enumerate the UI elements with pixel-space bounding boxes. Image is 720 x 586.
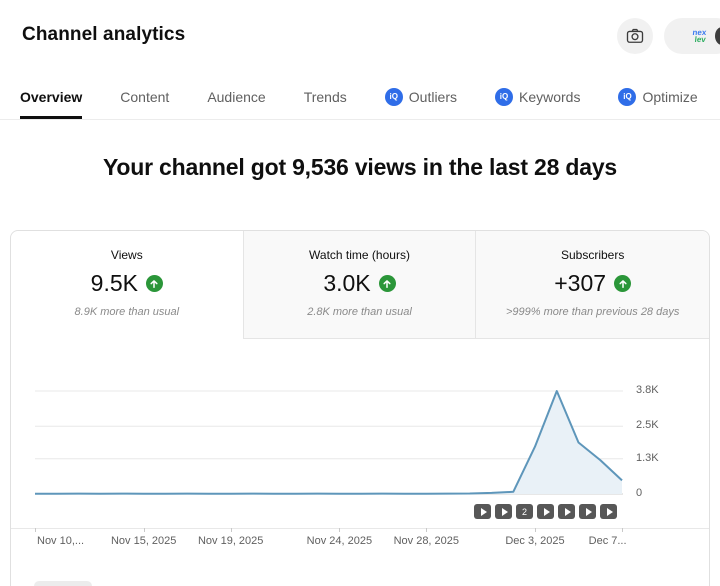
x-axis-label: Dec 7...	[588, 535, 627, 547]
views-area	[35, 391, 622, 494]
page-title: Channel analytics	[22, 24, 186, 45]
metric-card-views[interactable]: Views 9.5K 8.9K more than usual	[11, 231, 244, 339]
metric-card-subscribers[interactable]: Subscribers +307 >999% more than previou…	[476, 231, 709, 339]
play-icon	[501, 507, 508, 516]
video-count-badge: 2	[521, 506, 527, 517]
x-axis-label: Nov 15, 2025	[110, 535, 177, 547]
x-axis-tick	[35, 528, 36, 532]
x-axis-label: Nov 24, 2025	[306, 535, 373, 547]
y-axis-label: 3.8K	[636, 384, 659, 396]
video-marker-button[interactable]	[495, 504, 512, 519]
channel-analytics-screen: Channel analytics nex lev Overview Conte…	[0, 0, 720, 586]
create-camera-button[interactable]	[617, 18, 653, 54]
trend-up-icon	[145, 275, 163, 292]
play-icon	[480, 507, 487, 516]
play-icon	[585, 507, 592, 516]
play-icon	[564, 507, 571, 516]
video-marker-count-button[interactable]: 2	[516, 504, 533, 519]
metric-note: 8.9K more than usual	[74, 306, 180, 318]
metric-value: +307	[554, 270, 607, 296]
vidiq-badge-icon: iQ	[495, 87, 513, 106]
y-axis-label: 0	[636, 487, 643, 499]
x-axis-tick	[535, 528, 536, 532]
summary-headline: Your channel got 9,536 views in the last…	[102, 154, 618, 180]
metric-card-row: Views 9.5K 8.9K more than usual Watch ti…	[11, 231, 709, 339]
y-axis-label: 1.3K	[636, 451, 659, 464]
x-axis-label: Nov 10,...	[37, 535, 85, 547]
views-chart[interactable]	[11, 353, 709, 500]
metric-label: Views	[110, 248, 143, 262]
x-axis-line	[11, 528, 709, 529]
x-axis-tick	[426, 528, 428, 532]
video-marker-row: 2	[474, 504, 617, 519]
vidiq-badge-icon: iQ	[384, 87, 403, 106]
metric-card-watch-time[interactable]: Watch time (hours) 3.0K 2.8K more than u…	[243, 231, 477, 339]
active-tab-underline	[20, 116, 83, 119]
x-axis-tick	[230, 528, 232, 532]
x-axis-label: Nov 19, 2025	[197, 535, 264, 547]
metric-note: >999% more than previous 28 days	[505, 306, 680, 318]
nexlev-extension-icon: nex lev	[692, 28, 707, 44]
x-axis-label: Dec 3, 2025	[505, 535, 565, 547]
play-icon	[606, 507, 613, 516]
metric-value: 3.0K	[323, 270, 371, 296]
analytics-tab-bar: Overview Content Audience Trends iQ Outl…	[0, 74, 720, 120]
vidiq-badge-icon: iQ	[618, 87, 637, 106]
y-axis-label: 2.5K	[636, 419, 659, 432]
metric-label: Watch time (hours)	[309, 248, 410, 262]
tab-outliers[interactable]: iQ Outliers	[384, 74, 457, 119]
metric-note: 2.8K more than usual	[307, 306, 412, 318]
x-axis-label: Nov 28, 2025	[393, 535, 460, 547]
x-axis-tick	[339, 528, 341, 532]
metric-value: 9.5K	[90, 270, 138, 296]
tab-overview[interactable]: Overview	[20, 74, 83, 119]
analytics-card: Views 9.5K 8.9K more than usual Watch ti…	[10, 230, 710, 586]
metric-label: Subscribers	[560, 248, 625, 262]
video-marker-button[interactable]	[558, 504, 575, 519]
camera-icon	[625, 26, 645, 46]
extension-pill-button[interactable]: nex lev	[664, 18, 720, 54]
play-icon	[543, 507, 550, 516]
x-axis-tick	[143, 528, 145, 532]
tab-trends[interactable]: Trends	[304, 74, 347, 119]
x-axis-tick	[622, 528, 623, 532]
video-marker-button[interactable]	[537, 504, 554, 519]
tab-content[interactable]: Content	[120, 74, 169, 119]
tab-optimize[interactable]: iQ Optimize	[618, 74, 698, 119]
trend-up-icon	[614, 275, 632, 292]
video-marker-button[interactable]	[474, 504, 491, 519]
video-marker-button[interactable]	[579, 504, 596, 519]
tab-audience[interactable]: Audience	[207, 74, 265, 119]
cutoff-element-bottom	[34, 581, 92, 586]
trend-up-icon	[378, 275, 396, 292]
video-marker-button[interactable]	[600, 504, 617, 519]
tab-keywords[interactable]: iQ Keywords	[495, 74, 580, 119]
